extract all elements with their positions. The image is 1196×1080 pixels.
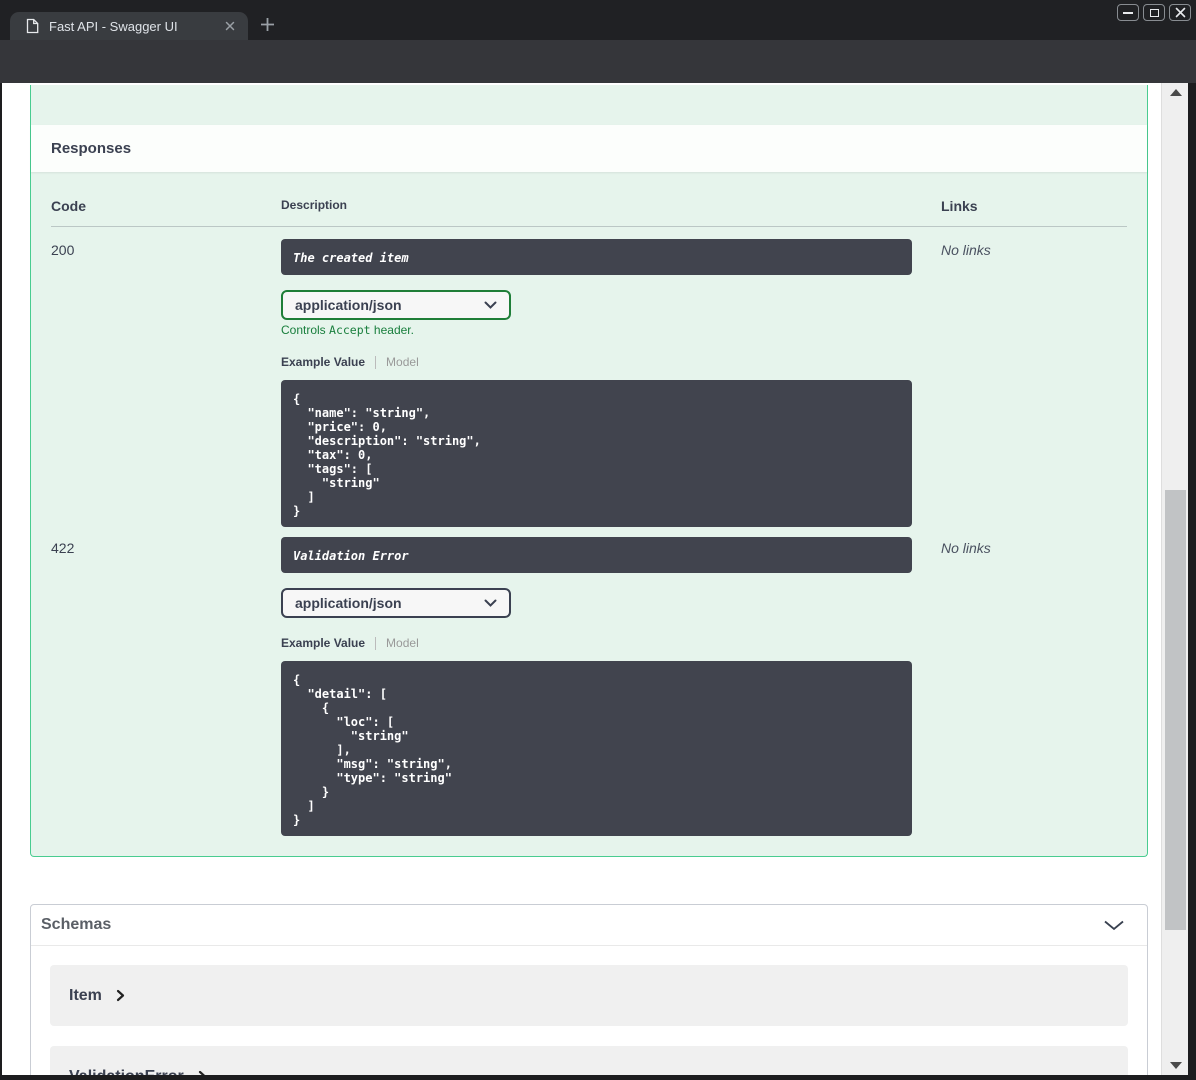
status-code: 422	[51, 540, 75, 556]
response-description-block: The created item	[281, 239, 912, 275]
schema-name: Item	[69, 986, 102, 1004]
chevron-right-icon	[116, 989, 125, 1002]
responses-title: Responses	[51, 140, 132, 157]
example-model-tabs: Example Value Model	[281, 355, 941, 369]
links-value: No links	[941, 242, 991, 258]
example-json-200: { "name": "string", "price": 0, "descrip…	[281, 380, 912, 527]
responses-table-header: Code Description Links	[51, 172, 1127, 227]
media-type-select-200[interactable]: application/json	[281, 290, 511, 320]
status-code: 200	[51, 242, 75, 258]
tab-close-icon[interactable]	[222, 18, 238, 34]
scroll-up-icon[interactable]	[1170, 89, 1182, 96]
responses-header: Responses	[31, 125, 1147, 172]
window-controls	[1117, 4, 1191, 21]
scrollbar[interactable]	[1161, 83, 1188, 1075]
tab-divider	[375, 355, 377, 369]
media-type-select-422[interactable]: application/json	[281, 588, 511, 618]
tab-title: Fast API - Swagger UI	[49, 18, 178, 34]
links-value: No links	[941, 540, 991, 556]
new-tab-button[interactable]	[260, 17, 275, 32]
window-edge-right	[1188, 83, 1196, 1080]
minimize-button[interactable]	[1117, 4, 1139, 21]
controls-accept-hint: Controls Accept header.	[281, 323, 414, 337]
schema-name: ValidationError	[69, 1068, 184, 1076]
tab-example-value[interactable]: Example Value	[281, 355, 365, 369]
media-type-select-wrap: application/json	[281, 290, 511, 320]
tab-model[interactable]: Model	[386, 636, 419, 650]
chevron-down-icon[interactable]	[1103, 920, 1125, 931]
browser-window: Fast API - Swagger UI Responses Code Des…	[0, 0, 1196, 1080]
col-header-description: Description	[281, 198, 348, 212]
schema-item-card[interactable]: Item	[50, 965, 1128, 1026]
response-row-422: 422 Validation Error application/json Ex…	[51, 527, 1127, 836]
maximize-button[interactable]	[1143, 4, 1165, 21]
page-content: Responses Code Description Links 200 The…	[2, 83, 1161, 1075]
responses-panel: Responses Code Description Links 200 The…	[30, 85, 1148, 857]
col-header-code: Code	[51, 198, 86, 214]
schemas-header[interactable]: Schemas	[31, 905, 1147, 946]
window-edge-bottom	[0, 1075, 1196, 1080]
example-model-tabs: Example Value Model	[281, 636, 941, 650]
close-button[interactable]	[1169, 4, 1191, 21]
browser-toolbar: 127.0.0.1:8000/docs	[0, 40, 1196, 117]
example-json-422: { "detail": [ { "loc": [ "string" ], "ms…	[281, 661, 912, 836]
window-edge-left	[0, 83, 2, 1080]
scrollbar-thumb[interactable]	[1165, 490, 1186, 930]
browser-tab[interactable]: Fast API - Swagger UI	[10, 12, 248, 40]
schema-validationerror-card[interactable]: ValidationError	[50, 1046, 1128, 1075]
tab-model[interactable]: Model	[386, 355, 419, 369]
response-row-200: 200 The created item application/json Co…	[51, 227, 1127, 527]
col-header-links: Links	[941, 198, 978, 214]
scroll-down-icon[interactable]	[1170, 1062, 1182, 1069]
page-favicon-icon	[25, 18, 40, 34]
schemas-title: Schemas	[41, 916, 112, 933]
schemas-panel: Schemas Item ValidationError	[30, 904, 1148, 1075]
response-description-block: Validation Error	[281, 537, 912, 573]
media-type-select-wrap: application/json	[281, 588, 511, 618]
titlebar: Fast API - Swagger UI	[0, 0, 1196, 40]
tab-example-value[interactable]: Example Value	[281, 636, 365, 650]
tab-divider	[375, 636, 377, 650]
